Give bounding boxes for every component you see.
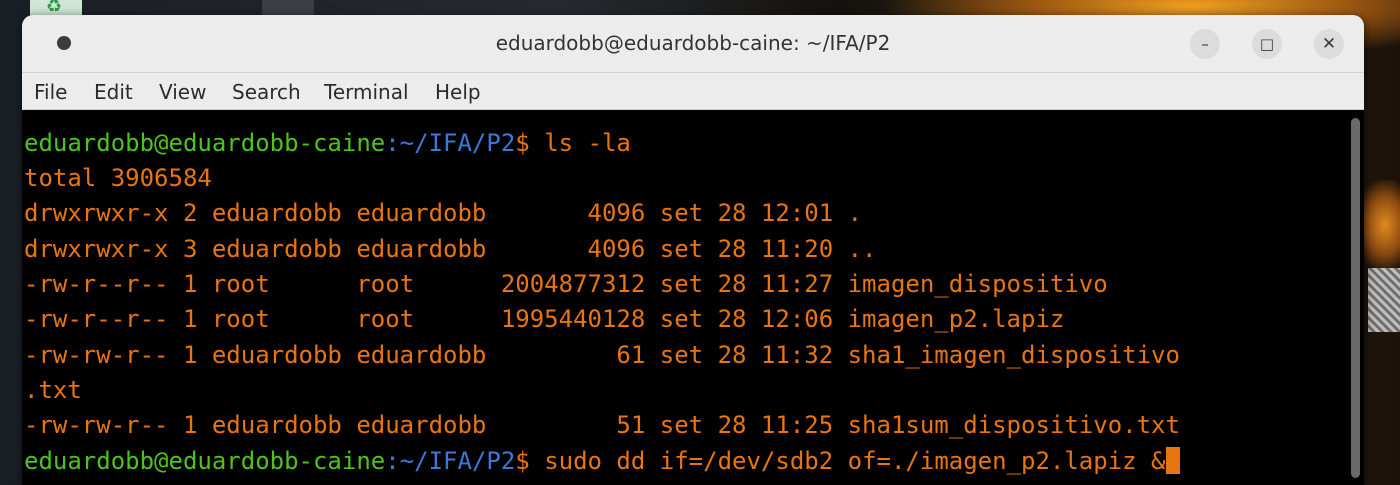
listing-row: -rw-rw-r-- 1 eduardobb eduardobb 51 set … <box>24 411 1180 439</box>
listing-row: drwxrwxr-x 2 eduardobb eduardobb 4096 se… <box>24 199 863 227</box>
prompt-path: :~/IFA/P2 <box>385 447 516 475</box>
terminal-window: eduardobb@eduardobb-caine: ~/IFA/P2 – □ … <box>22 15 1364 485</box>
title-bar[interactable]: eduardobb@eduardobb-caine: ~/IFA/P2 – □ … <box>22 15 1364 73</box>
window-title: eduardobb@eduardobb-caine: ~/IFA/P2 <box>495 31 891 55</box>
listing-row-wrap: .txt <box>24 376 82 404</box>
menu-terminal[interactable]: Terminal <box>324 80 409 104</box>
menu-file[interactable]: File <box>34 80 67 104</box>
minimize-button[interactable]: – <box>1190 29 1220 59</box>
scrollbar-thumb[interactable] <box>1351 118 1360 478</box>
prompt-line: eduardobb@eduardobb-caine:~/IFA/P2$ ls -… <box>24 126 631 161</box>
menu-bar: File Edit View Search Terminal Help <box>22 73 1364 110</box>
maximize-button[interactable]: □ <box>1252 29 1282 59</box>
prompt-path: :~/IFA/P2 <box>385 129 516 157</box>
scrollbar[interactable] <box>1348 110 1364 485</box>
menu-view[interactable]: View <box>159 80 206 104</box>
listing-row: -rw-rw-r-- 1 eduardobb eduardobb 61 set … <box>24 341 1180 369</box>
prompt-symbol: $ <box>515 129 545 157</box>
prompt-user: eduardobb@eduardobb-caine <box>24 129 386 157</box>
command-text: sudo dd if=/dev/sdb2 of=./imagen_p2.lapi… <box>544 447 1166 475</box>
prompt-user: eduardobb@eduardobb-caine <box>24 447 386 475</box>
prompt-line: eduardobb@eduardobb-caine:~/IFA/P2$ sudo… <box>24 444 1180 479</box>
close-button[interactable]: ✕ <box>1314 29 1344 59</box>
listing-row: drwxrwxr-x 3 eduardobb eduardobb 4096 se… <box>24 235 877 263</box>
desktop-thumbnail <box>1368 268 1400 332</box>
terminal-output[interactable]: eduardobb@eduardobb-caine:~/IFA/P2$ ls -… <box>22 110 1348 485</box>
menu-search[interactable]: Search <box>232 80 301 104</box>
prompt-symbol: $ <box>515 447 545 475</box>
listing-row: -rw-r--r-- 1 root root 2004877312 set 28… <box>24 270 1108 298</box>
output-total: total 3906584 <box>24 164 212 192</box>
menu-edit[interactable]: Edit <box>94 80 133 104</box>
text-cursor <box>1165 447 1180 474</box>
command-text: ls -la <box>544 129 631 157</box>
menu-help[interactable]: Help <box>435 80 481 104</box>
listing-row: -rw-r--r-- 1 root root 1995440128 set 28… <box>24 305 1065 333</box>
